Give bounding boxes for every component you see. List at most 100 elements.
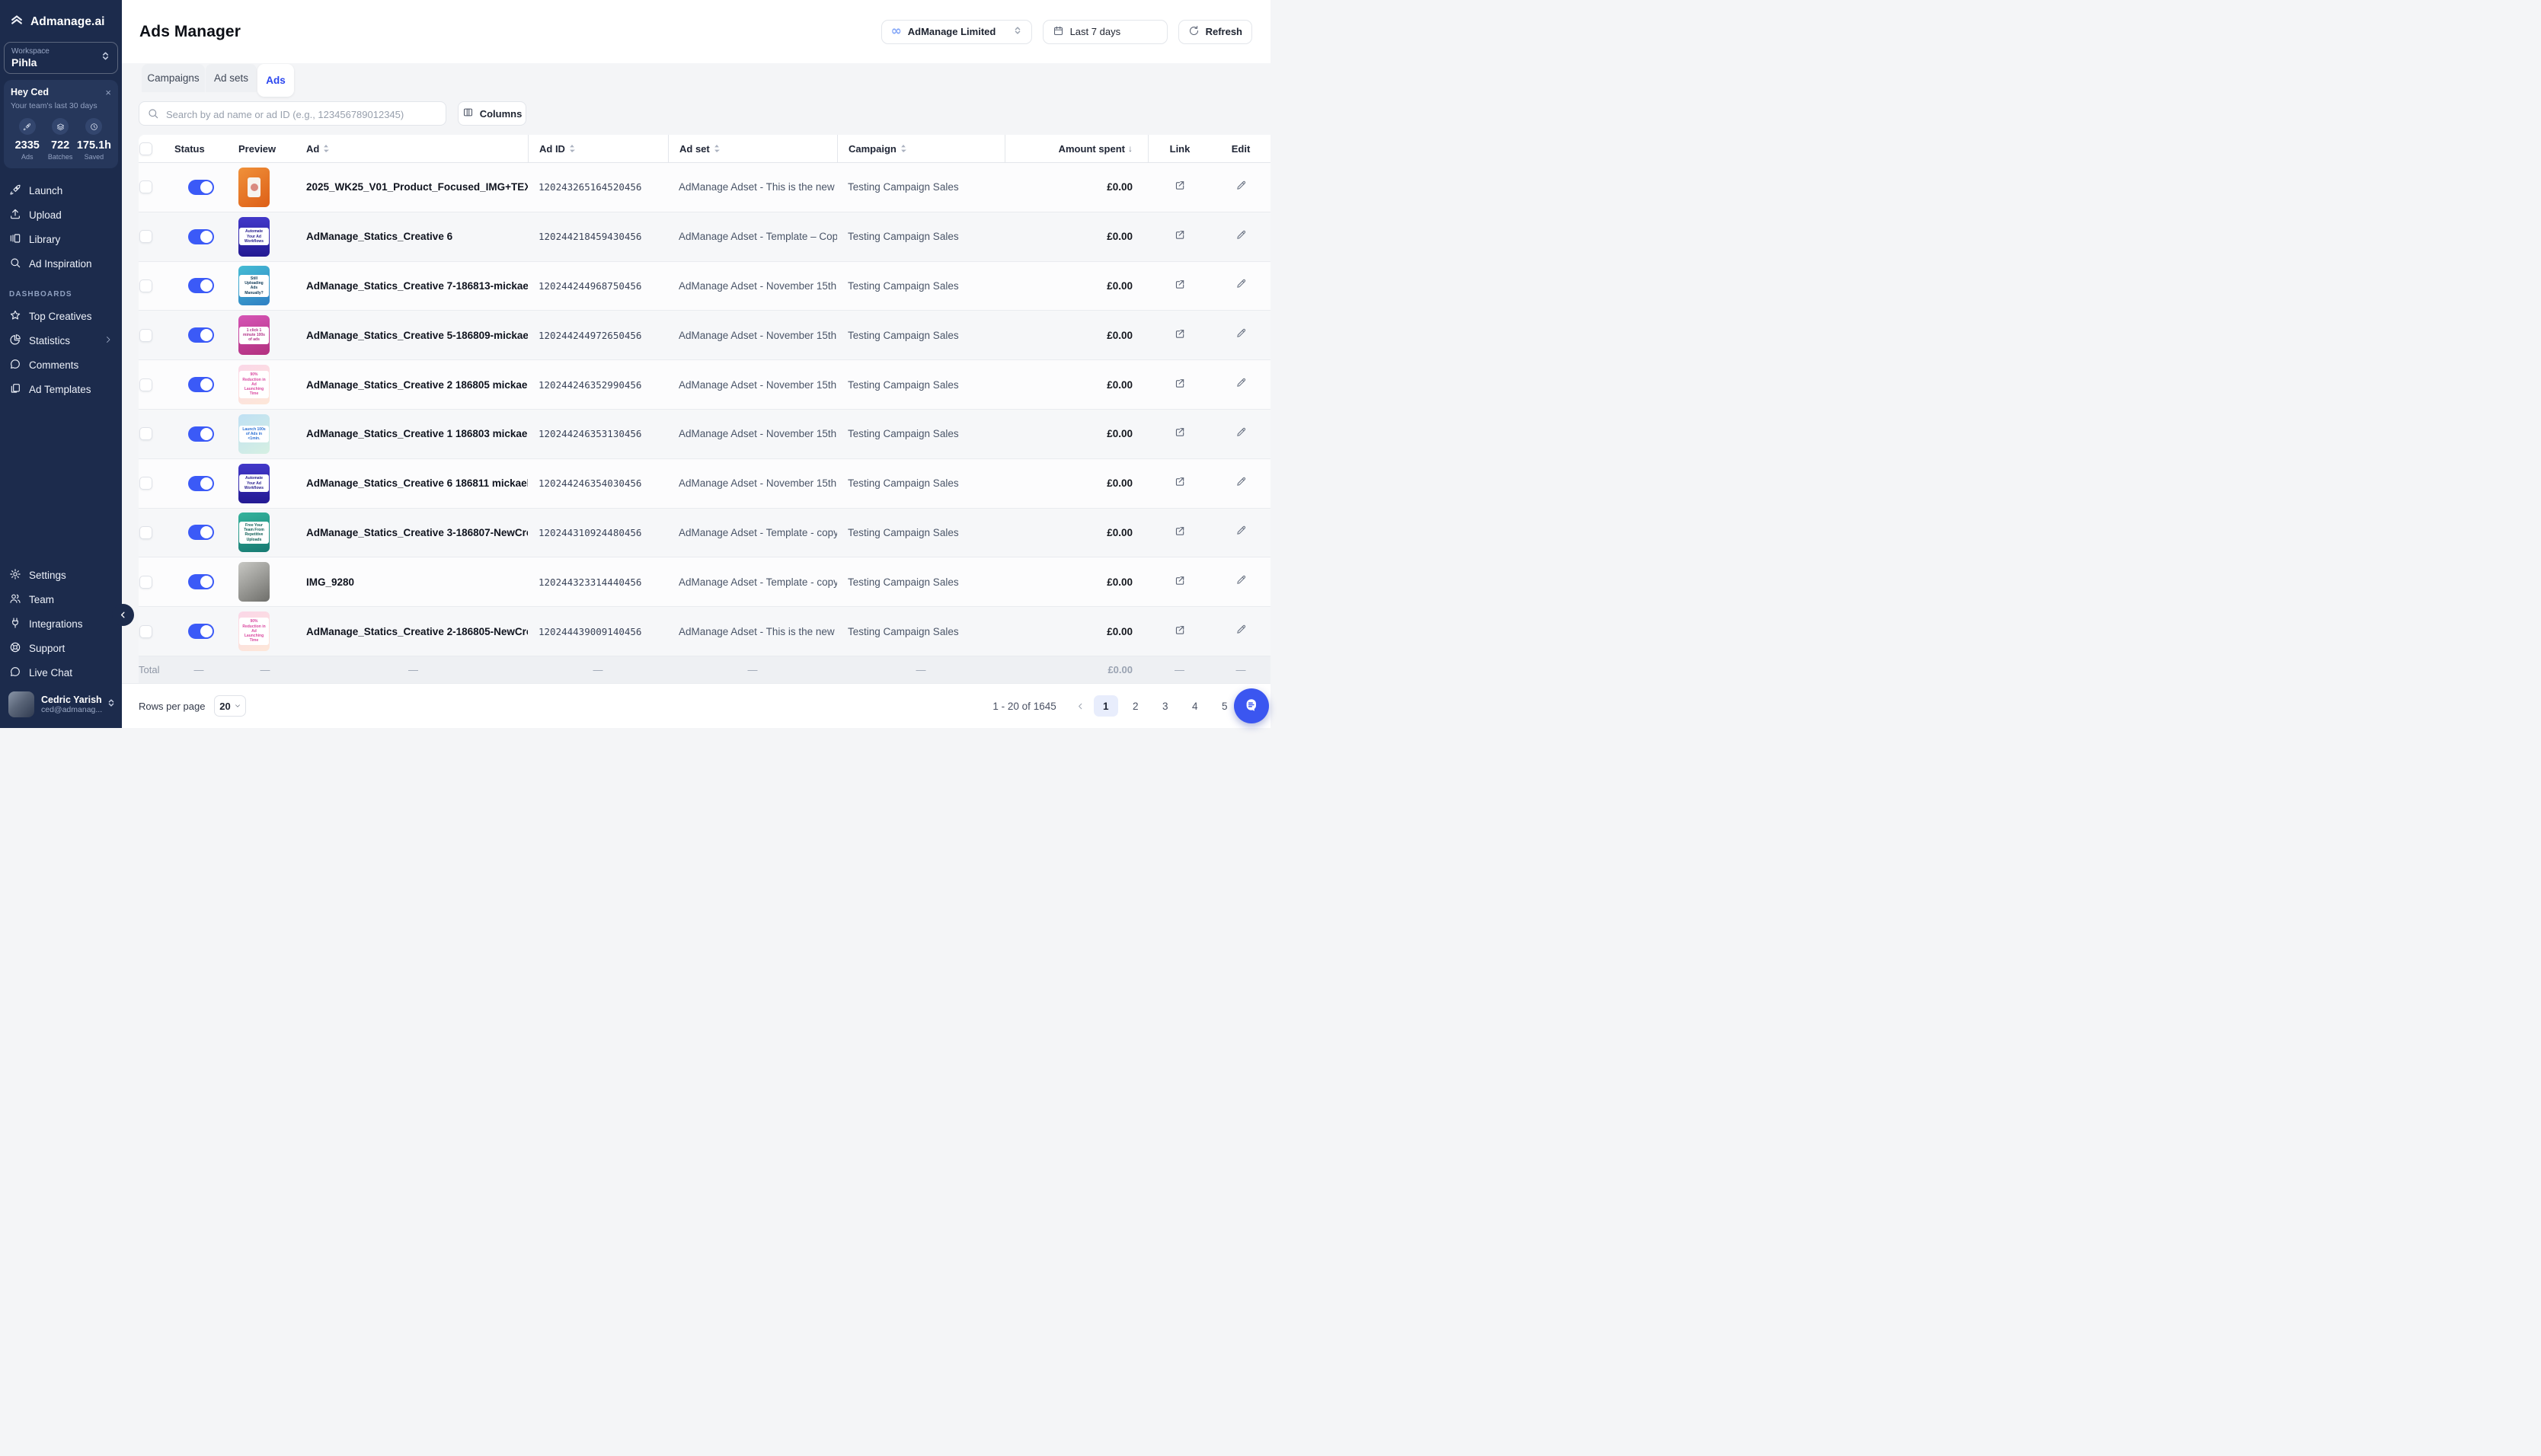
column-header-amount-spent[interactable]: Amount spent↓ <box>1005 135 1148 162</box>
sidebar-collapse-button[interactable] <box>112 604 134 626</box>
tab-campaigns[interactable]: Campaigns <box>142 64 205 92</box>
ad-preview-thumbnail[interactable]: Automate Your Ad Workflows <box>238 464 270 503</box>
close-icon[interactable]: × <box>105 88 111 97</box>
external-link-icon[interactable] <box>1174 624 1186 640</box>
ad-preview-thumbnail[interactable]: 1 click 1 minute 100s of ads <box>238 315 270 355</box>
ad-name[interactable]: 2025_WK25_V01_Product_Focused_IMG+TEXT_C <box>299 163 528 212</box>
ad-name[interactable]: AdManage_Statics_Creative 2 186805 micka… <box>299 360 528 409</box>
ad-preview-thumbnail[interactable]: 90% Reduction in Ad Launching Time <box>238 365 270 404</box>
sidebar-item-settings[interactable]: Settings <box>0 563 122 587</box>
logo[interactable]: Admanage.ai <box>0 0 122 31</box>
ad-name[interactable]: AdManage_Statics_Creative 7-186813-micka… <box>299 262 528 311</box>
external-link-icon[interactable] <box>1174 327 1186 343</box>
sidebar-item-top-creatives[interactable]: Top Creatives <box>0 304 122 328</box>
status-toggle[interactable] <box>188 229 214 244</box>
external-link-icon[interactable] <box>1174 574 1186 590</box>
external-link-icon[interactable] <box>1174 228 1186 244</box>
column-header-ad-set[interactable]: Ad set <box>668 135 837 162</box>
ad-account-selector[interactable]: ∞ AdManage Limited <box>881 20 1032 44</box>
ad-name[interactable]: AdManage_Statics_Creative 6 <box>299 212 528 261</box>
ad-name[interactable]: IMG_9280 <box>299 557 528 606</box>
pagination-prev-icon[interactable] <box>1072 701 1088 711</box>
external-link-icon[interactable] <box>1174 426 1186 442</box>
status-toggle[interactable] <box>188 377 214 392</box>
row-checkbox[interactable] <box>139 477 152 490</box>
status-toggle[interactable] <box>188 426 214 442</box>
sidebar-item-upload[interactable]: Upload <box>0 203 122 227</box>
row-checkbox[interactable] <box>139 625 152 638</box>
edit-icon[interactable] <box>1235 229 1247 244</box>
row-checkbox[interactable] <box>139 180 152 193</box>
user-menu[interactable]: Cedric Yarish ced@admanag... <box>0 685 122 728</box>
external-link-icon[interactable] <box>1174 475 1186 491</box>
search-input[interactable] <box>165 102 442 126</box>
external-link-icon[interactable] <box>1174 278 1186 294</box>
row-checkbox[interactable] <box>139 230 152 243</box>
sidebar-item-library[interactable]: Library <box>0 227 122 251</box>
external-link-icon[interactable] <box>1174 179 1186 195</box>
live-chat-fab[interactable] <box>1234 688 1269 723</box>
external-link-icon[interactable] <box>1174 377 1186 393</box>
page-button-2[interactable]: 2 <box>1123 695 1148 717</box>
status-toggle[interactable] <box>188 180 214 195</box>
status-toggle[interactable] <box>188 278 214 293</box>
sidebar-item-comments[interactable]: Comments <box>0 353 122 377</box>
columns-button[interactable]: Columns <box>458 101 526 126</box>
sidebar-item-support[interactable]: Support <box>0 636 122 660</box>
edit-icon[interactable] <box>1235 426 1247 442</box>
refresh-button[interactable]: Refresh <box>1178 20 1252 44</box>
edit-icon[interactable] <box>1235 180 1247 195</box>
ad-preview-thumbnail[interactable]: Free Your Team From Repetitive Uploads <box>238 512 270 552</box>
sidebar-item-ad-inspiration[interactable]: Ad Inspiration <box>0 251 122 276</box>
sidebar-item-live-chat[interactable]: Live Chat <box>0 660 122 685</box>
column-header-ad[interactable]: Ad <box>299 135 528 162</box>
rows-per-page-select[interactable]: 20 <box>214 695 246 717</box>
edit-icon[interactable] <box>1235 327 1247 343</box>
edit-icon[interactable] <box>1235 476 1247 491</box>
ad-preview-thumbnail[interactable] <box>238 168 270 207</box>
status-toggle[interactable] <box>188 574 214 589</box>
column-header-campaign[interactable]: Campaign <box>837 135 1005 162</box>
edit-icon[interactable] <box>1235 377 1247 392</box>
ad-name[interactable]: AdManage_Statics_Creative 6 186811 micka… <box>299 459 528 508</box>
row-checkbox[interactable] <box>139 279 152 292</box>
page-button-3[interactable]: 3 <box>1153 695 1178 717</box>
row-checkbox[interactable] <box>139 427 152 440</box>
edit-icon[interactable] <box>1235 278 1247 293</box>
ad-name[interactable]: AdManage_Statics_Creative 3-186807-NewCr… <box>299 509 528 557</box>
status-toggle[interactable] <box>188 525 214 540</box>
external-link-icon[interactable] <box>1174 525 1186 541</box>
status-toggle[interactable] <box>188 624 214 639</box>
ad-preview-thumbnail[interactable]: Launch 100s of Ads in <1min. <box>238 414 270 454</box>
ad-preview-thumbnail[interactable]: 90% Reduction in Ad Launching Time <box>238 611 270 651</box>
sidebar-item-integrations[interactable]: Integrations <box>0 611 122 636</box>
row-checkbox[interactable] <box>139 329 152 342</box>
sidebar-item-launch[interactable]: Launch <box>0 178 122 203</box>
ad-name[interactable]: AdManage_Statics_Creative 2-186805-NewCr… <box>299 607 528 656</box>
page-button-4[interactable]: 4 <box>1183 695 1207 717</box>
status-toggle[interactable] <box>188 476 214 491</box>
row-checkbox[interactable] <box>139 526 152 539</box>
ad-preview-thumbnail[interactable] <box>238 562 270 602</box>
tab-ad-sets[interactable]: Ad sets <box>206 64 257 92</box>
ad-preview-thumbnail[interactable]: Automate Your Ad Workflows <box>238 217 270 257</box>
page-button-1[interactable]: 1 <box>1094 695 1118 717</box>
date-range-selector[interactable]: Last 7 days <box>1043 20 1168 44</box>
row-checkbox[interactable] <box>139 576 152 589</box>
edit-icon[interactable] <box>1235 574 1247 589</box>
workspace-selector[interactable]: Workspace Pihla <box>4 42 118 74</box>
sidebar-item-statistics[interactable]: Statistics <box>0 328 122 353</box>
edit-icon[interactable] <box>1235 624 1247 639</box>
edit-icon[interactable] <box>1235 525 1247 540</box>
ad-preview-thumbnail[interactable]: Still Uploading Ads Manually? <box>238 266 270 305</box>
status-toggle[interactable] <box>188 327 214 343</box>
row-checkbox[interactable] <box>139 378 152 391</box>
ad-name[interactable]: AdManage_Statics_Creative 1 186803 micka… <box>299 410 528 458</box>
ad-name[interactable]: AdManage_Statics_Creative 5-186809-micka… <box>299 311 528 359</box>
select-all-checkbox[interactable] <box>139 142 152 155</box>
sidebar-item-ad-templates[interactable]: Ad Templates <box>0 377 122 401</box>
column-header-ad-id[interactable]: Ad ID <box>528 135 668 162</box>
page-button-5[interactable]: 5 <box>1213 695 1237 717</box>
tab-ads[interactable]: Ads <box>257 64 294 97</box>
sidebar-item-team[interactable]: Team <box>0 587 122 611</box>
